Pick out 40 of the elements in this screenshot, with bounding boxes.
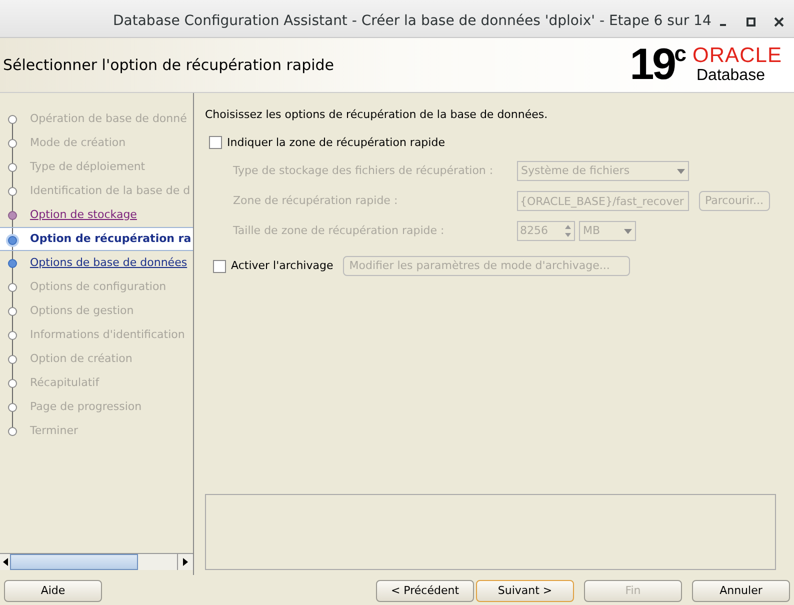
step-item: Page de progression bbox=[30, 398, 142, 415]
checkbox[interactable] bbox=[209, 136, 222, 150]
wizard-button[interactable]: Suivant > bbox=[476, 580, 574, 602]
version-number: 19 bbox=[630, 43, 674, 87]
step-item: Mode de création bbox=[30, 134, 126, 151]
wizard-button[interactable]: < Précédent bbox=[376, 580, 474, 602]
step-item: Options de configuration bbox=[30, 278, 166, 295]
checkbox-label: Activer l'archivage bbox=[231, 258, 334, 274]
step-item: Option de création bbox=[30, 350, 132, 367]
scroll-right-icon[interactable] bbox=[183, 558, 188, 566]
field-label: Zone de récupération rapide : bbox=[233, 192, 399, 209]
field-label: Taille de zone de récupération rapide : bbox=[233, 222, 446, 239]
step-item[interactable]: Option de stockage bbox=[30, 206, 137, 224]
wizard-button[interactable]: Annuler bbox=[692, 580, 790, 602]
close-icon[interactable] bbox=[774, 16, 784, 26]
scroll-left-icon[interactable] bbox=[2, 558, 8, 566]
field-label: Type de stockage des fichiers de récupération : bbox=[233, 162, 494, 179]
checkbox-label: Indiquer la zone de récupération rapide bbox=[227, 134, 445, 150]
horizontal-scrollbar[interactable] bbox=[0, 553, 193, 570]
maximize-icon[interactable] bbox=[746, 16, 756, 26]
intro-text: Choisissez les options de récupération de la base de données. bbox=[205, 107, 549, 123]
step-item: Identification de la base de d bbox=[30, 182, 190, 199]
product-name: Database bbox=[696, 66, 765, 86]
checkbox[interactable] bbox=[213, 260, 226, 272]
scrollbar-thumb[interactable] bbox=[10, 554, 138, 570]
caret-icon bbox=[624, 228, 632, 234]
step-item: Terminer bbox=[30, 422, 78, 439]
step-item: Options de gestion bbox=[30, 302, 134, 319]
step-item: Informations d'identification bbox=[30, 326, 185, 343]
version-suffix: c bbox=[674, 43, 686, 65]
wizard-button[interactable]: Aide bbox=[4, 580, 102, 602]
page-heading: Sélectionner l'option de récupération rapide bbox=[3, 54, 334, 76]
step-item: Type de déploiement bbox=[30, 158, 146, 175]
step-item: Opération de base de donné bbox=[30, 110, 187, 127]
step-item[interactable]: Options de base de données bbox=[30, 254, 188, 272]
step-item: Option de récupération ra bbox=[30, 230, 192, 247]
step-item: Récapitulatif bbox=[30, 374, 100, 391]
caret-icon bbox=[677, 168, 685, 174]
window-title: Database Configuration Assistant - Créer la base de données 'dploix' - Etape 6 sur 14 bbox=[113, 12, 712, 31]
brand-logo: ORACLE bbox=[692, 44, 782, 66]
